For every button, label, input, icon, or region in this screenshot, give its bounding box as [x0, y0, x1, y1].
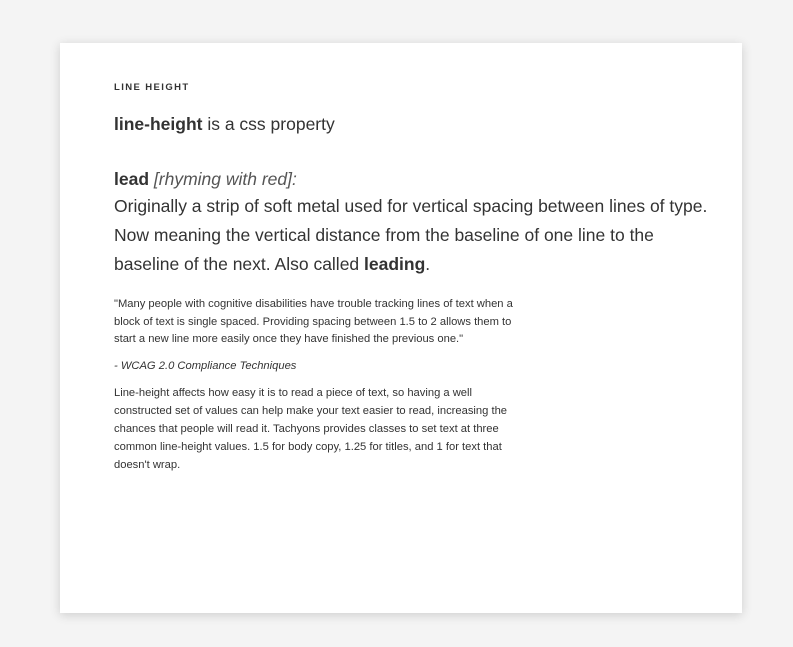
line-height-definition: line-height is a css property	[114, 112, 742, 136]
content-card: LINE HEIGHT line-height is a css propert…	[60, 43, 742, 613]
definition-text: is a css property	[202, 114, 335, 134]
body-paragraph: Line-height affects how easy it is to re…	[114, 386, 508, 471]
definition-term: line-height	[114, 114, 203, 134]
wcag-quote: "Many people with cognitive disabilities…	[114, 298, 513, 345]
lead-pronunciation: [rhyming with red]:	[153, 169, 297, 189]
lead-definition: Originally a strip of soft metal used fo…	[114, 192, 714, 279]
leading-term: leading	[364, 254, 426, 274]
lead-term: lead	[114, 169, 150, 189]
lead-heading: lead [rhyming with red]:	[114, 167, 742, 191]
section-label: LINE HEIGHT	[114, 82, 190, 93]
lead-definition-end: .	[425, 254, 431, 274]
quote-attribution: - WCAG 2.0 Compliance Techniques	[114, 359, 297, 372]
